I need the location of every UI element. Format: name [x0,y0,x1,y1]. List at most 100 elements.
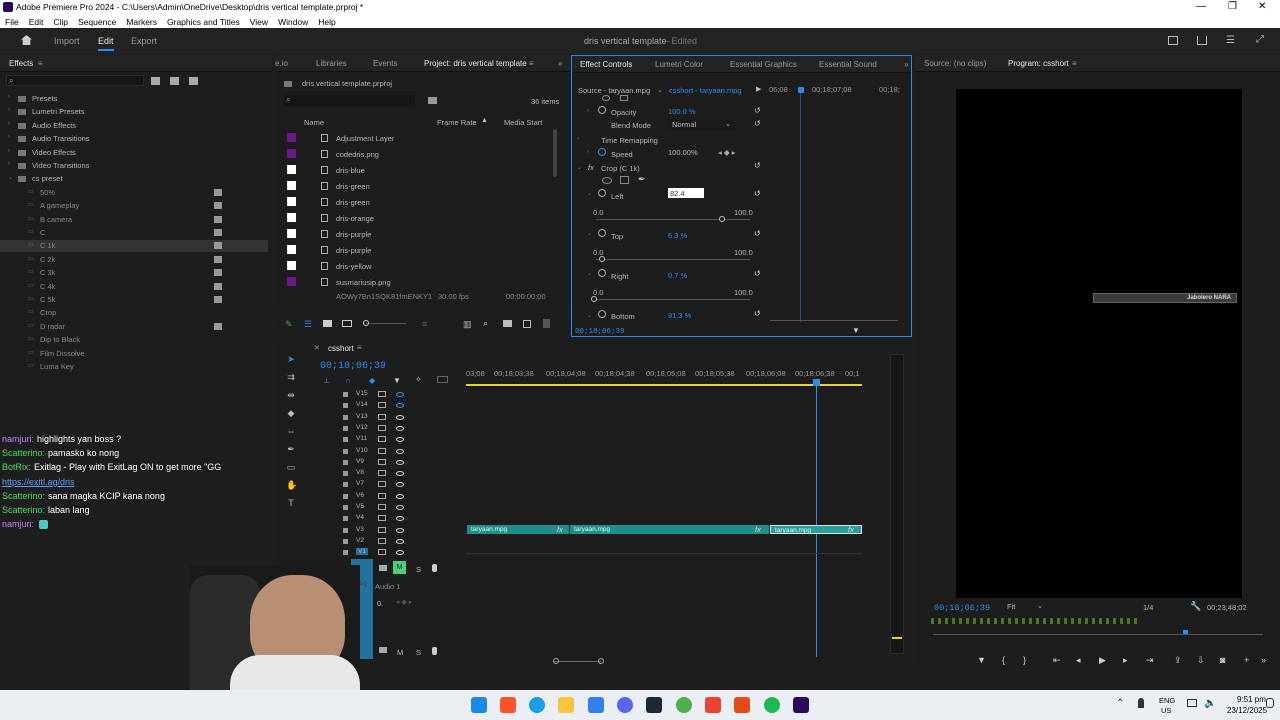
eye-icon[interactable] [396,459,404,465]
track-label-v6[interactable]: V6 [356,492,364,499]
eye-icon[interactable] [396,414,404,420]
selection-tool-icon[interactable]: ➤ [286,355,296,364]
effects-folder-item[interactable]: ⌄ cs preset [0,173,268,185]
hand-tool-icon[interactable]: ✋ [286,481,297,490]
resolution-select[interactable]: 1/4 [1143,603,1153,612]
sync-lock-icon[interactable] [378,391,386,397]
eye-icon[interactable] [396,425,404,431]
shield-icon[interactable] [734,697,750,713]
workspace-import-tab[interactable]: Import [54,36,80,46]
eye-icon[interactable] [396,392,404,397]
workspace-edit-tab[interactable]: Edit [98,36,114,51]
zoom-handle-left[interactable] [553,658,559,664]
menu-item-edit[interactable]: Edit [29,17,44,27]
icon-view-icon[interactable] [323,320,332,327]
opacity-value[interactable]: 100.0 % [668,107,696,116]
tab-eio[interactable]: e.io [275,59,288,68]
program-mini-timeline[interactable] [929,618,1269,640]
track-lock-icon[interactable] [343,471,348,477]
ripple-edit-tool-icon[interactable]: ⇹ [286,391,296,400]
clock-time[interactable]: 9:51 pm [1237,695,1266,704]
sort-icon[interactable]: ≡ [422,319,427,329]
effects-tab[interactable]: Effects [9,59,33,68]
left-slider[interactable] [596,219,750,220]
project-item-name[interactable]: dris-yellow [336,262,371,271]
eye-icon[interactable] [396,437,404,443]
eye-icon[interactable] [396,527,404,533]
quick-export-icon[interactable] [1168,36,1178,45]
top-slider-knob[interactable] [599,256,605,262]
panel-overflow-icon[interactable]: » [558,59,562,68]
sync-lock-icon[interactable] [378,526,386,533]
close-button[interactable]: ✕ [1258,1,1266,12]
play-icon[interactable]: ▶ [1099,655,1106,666]
effects-preset-item[interactable]: ▭ 50% [0,187,268,199]
tab-source-monitor[interactable]: Source: (no clips) [924,59,986,68]
yuv-filter-icon[interactable] [189,77,198,85]
effects-preset-item[interactable]: ▭ Crop [0,307,268,319]
plus-icon[interactable]: + [1244,655,1249,665]
top-slider[interactable] [596,259,750,260]
monitor-icon[interactable] [1187,699,1197,707]
mask-rect-icon[interactable] [620,176,629,184]
project-item-name[interactable]: susmariusip.png [336,278,391,287]
step-forward-icon[interactable]: ▸ [1123,655,1128,666]
effects-preset-item[interactable]: ▭ C [0,227,268,239]
keyframe-nav-icon[interactable]: ◂ ◆ ▸ [396,598,412,606]
label-color-swatch[interactable] [287,133,296,142]
reset-icon[interactable]: ↺ [754,161,761,170]
track-lock-icon[interactable] [343,493,348,499]
label-color-swatch[interactable] [287,245,296,254]
minimize-button[interactable]: — [1196,1,1206,12]
mask-ellipse-icon[interactable] [602,95,610,101]
automate-icon[interactable]: ▥ [463,319,472,330]
effects-folder-item[interactable]: › Video Transitions [0,160,268,172]
tab-program-monitor[interactable]: Program: csshort [1008,59,1069,68]
timeline-playhead[interactable] [813,379,820,386]
eye-icon[interactable] [396,403,404,409]
effects-folder-item[interactable]: › Audio Transitions [0,133,268,145]
zoom-slider-knob[interactable] [363,320,369,326]
snap-icon[interactable]: ⟂ [324,376,329,386]
project-search-input[interactable] [283,95,415,106]
chat-link[interactable]: https://exitl.ag/dris [2,477,75,487]
effects-folder-item[interactable]: › Video Effects [0,147,268,159]
menu-item-graphics-and-titles[interactable]: Graphics and Titles [167,17,240,27]
left-slider-knob[interactable] [719,216,725,222]
spotify-icon[interactable] [764,697,780,713]
volume-icon[interactable]: 🔈 [1204,698,1216,709]
label-color-swatch[interactable] [287,229,296,238]
sync-lock-icon[interactable] [378,458,386,465]
tab-project[interactable]: Project: dris vertical template [424,59,527,68]
left-stopwatch-icon[interactable] [598,189,606,197]
zoom-handle-right[interactable] [598,658,604,664]
accelerated-filter-icon[interactable] [151,77,160,85]
project-item-name[interactable]: dris-orange [336,214,374,223]
export-frame-icon[interactable]: ◙ [1220,655,1225,665]
effects-preset-item[interactable]: ▭ C 4k [0,281,268,293]
project-item-name[interactable]: codedris.png [336,150,379,159]
sync-lock-icon[interactable] [378,549,386,556]
fit-select[interactable]: Fit ⌄ [1005,601,1048,612]
tab-essential-graphics[interactable]: Essential Graphics [730,60,797,69]
speed-stopwatch-icon[interactable] [598,148,606,156]
speed-value[interactable]: 100.00% [668,148,698,157]
lift-icon[interactable]: ⇪ [1174,655,1182,666]
language-indicator[interactable]: ENG [1159,696,1175,705]
reset-icon[interactable]: ↺ [754,309,761,318]
left-value-input[interactable]: 82.4 [668,188,704,198]
add-marker-icon[interactable]: ◆ [369,376,375,385]
file-explorer-icon[interactable] [558,697,574,713]
right-slider[interactable] [596,299,750,300]
ec-playhead[interactable] [798,87,804,93]
slip-tool-icon[interactable]: ⇔ [286,427,296,436]
eye-icon[interactable] [396,538,404,544]
eye-icon[interactable] [396,493,404,499]
effects-preset-item[interactable]: ▭ Luma Key [0,361,268,373]
label-color-swatch[interactable] [287,261,296,270]
sync-lock-icon[interactable] [378,515,386,522]
col-mediastart-header[interactable]: Media Start [504,118,542,127]
wrench-icon[interactable]: ✧ [415,375,422,384]
track-lock-icon[interactable] [343,414,348,420]
project-item-name[interactable]: dris-green [336,182,370,191]
